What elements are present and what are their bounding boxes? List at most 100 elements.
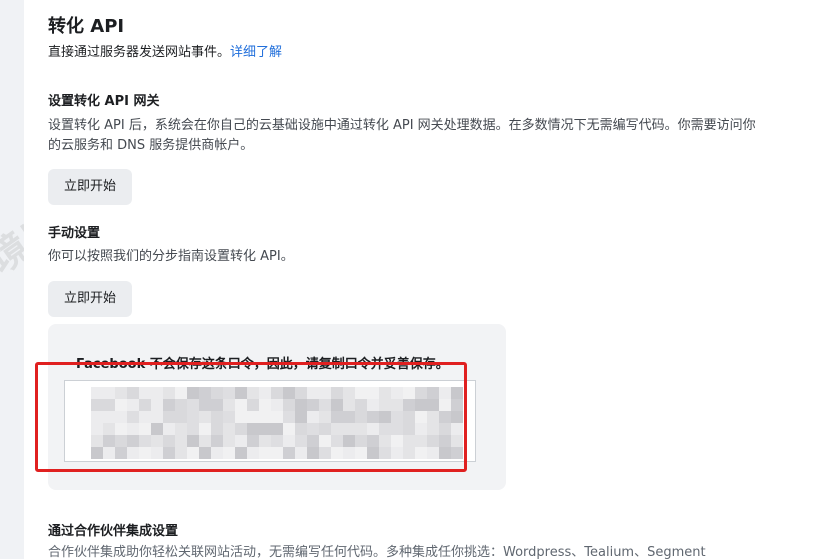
redaction-pixel xyxy=(439,447,451,459)
redaction-pixel xyxy=(355,435,367,447)
redaction-pixel xyxy=(271,423,283,435)
redaction-pixel xyxy=(163,447,175,459)
redaction-pixel xyxy=(211,399,223,411)
redaction-pixel xyxy=(91,399,103,411)
redaction-pixel xyxy=(427,387,439,399)
redaction-pixel xyxy=(151,387,163,399)
redaction-pixel xyxy=(283,447,295,459)
redaction-pixel xyxy=(235,423,247,435)
redaction-pixel xyxy=(139,435,151,447)
redaction-pixel xyxy=(415,387,427,399)
redaction-pixel xyxy=(367,399,379,411)
redaction-pixel xyxy=(259,447,271,459)
redaction-pixel xyxy=(115,411,127,423)
redaction-pixel xyxy=(91,387,103,399)
redaction-pixel xyxy=(271,399,283,411)
access-token-box: Facebook 不会保存这条口令，因此，请复制口令并妥善保存。 xyxy=(48,324,506,490)
redaction-pixel xyxy=(427,435,439,447)
redaction-pixel xyxy=(307,447,319,459)
partner-integration-heading: 通过合作伙伴集成设置 xyxy=(48,524,179,539)
redaction-pixel xyxy=(163,411,175,423)
redaction-pixel xyxy=(391,423,403,435)
redaction-pixel xyxy=(211,435,223,447)
redaction-pixel xyxy=(223,411,235,423)
redaction-pixel xyxy=(259,423,271,435)
redaction-pixel xyxy=(439,387,451,399)
redaction-pixel xyxy=(127,387,139,399)
redaction-pixel xyxy=(403,447,415,459)
redaction-pixel xyxy=(391,399,403,411)
redaction-pixel xyxy=(355,387,367,399)
redaction-pixel xyxy=(451,399,463,411)
redaction-pixel xyxy=(91,411,103,423)
redaction-pixel xyxy=(199,447,211,459)
redaction-pixel xyxy=(307,423,319,435)
redaction-pixel xyxy=(139,399,151,411)
redaction-pixel xyxy=(379,447,391,459)
manual-get-started-button[interactable]: 立即开始 xyxy=(48,281,133,317)
redaction-pixel xyxy=(211,411,223,423)
redaction-pixel xyxy=(139,447,151,459)
redaction-pixel xyxy=(223,447,235,459)
token-save-notice: Facebook 不会保存这条口令，因此，请复制口令并妥善保存。 xyxy=(76,357,449,372)
redaction-pixel xyxy=(151,399,163,411)
redaction-pixel xyxy=(103,411,115,423)
redaction-pixel xyxy=(127,447,139,459)
redaction-pixel xyxy=(235,447,247,459)
redaction-pixel xyxy=(343,435,355,447)
learn-more-link[interactable]: 详细了解 xyxy=(230,45,282,60)
redaction-pixel xyxy=(331,423,343,435)
redaction-pixel xyxy=(343,387,355,399)
redaction-pixel xyxy=(175,411,187,423)
redaction-pixel xyxy=(331,399,343,411)
redaction-pixel xyxy=(115,423,127,435)
redaction-pixel xyxy=(355,399,367,411)
redaction-pixel xyxy=(235,411,247,423)
redaction-pixel xyxy=(391,411,403,423)
subtitle-text: 直接通过服务器发送网站事件。 xyxy=(48,45,231,60)
redaction-pixel xyxy=(367,435,379,447)
redaction-pixel xyxy=(127,435,139,447)
gateway-heading: 设置转化 API 网关 xyxy=(48,94,160,109)
redaction-pixel xyxy=(319,423,331,435)
redaction-pixel xyxy=(151,423,163,435)
redaction-pixel xyxy=(187,399,199,411)
redaction-pixel xyxy=(187,435,199,447)
redaction-pixel xyxy=(259,387,271,399)
redaction-pixel xyxy=(403,435,415,447)
redaction-pixel xyxy=(91,435,103,447)
redaction-pixel xyxy=(295,411,307,423)
redaction-pixel xyxy=(427,399,439,411)
redaction-pixel xyxy=(415,411,427,423)
redaction-pixel xyxy=(151,435,163,447)
redaction-pixel xyxy=(271,435,283,447)
redaction-pixel xyxy=(379,411,391,423)
redaction-pixel xyxy=(91,423,103,435)
redaction-pixel xyxy=(295,387,307,399)
redaction-pixel xyxy=(355,447,367,459)
redaction-pixel xyxy=(175,387,187,399)
redaction-pixel xyxy=(115,387,127,399)
redaction-pixel xyxy=(223,435,235,447)
access-token-field[interactable] xyxy=(64,380,476,462)
redaction-pixel xyxy=(175,423,187,435)
redaction-pixel xyxy=(223,399,235,411)
redaction-pixel xyxy=(307,411,319,423)
redaction-pixel xyxy=(259,411,271,423)
partner-integration-description: 合作伙伴集成助你轻松关联网站活动，无需编写任何代码。多种集成任你挑选：Wordp… xyxy=(48,545,706,559)
redaction-pixel xyxy=(451,423,463,435)
redaction-pixel xyxy=(427,447,439,459)
redaction-pixel xyxy=(283,399,295,411)
redaction-pixel xyxy=(163,387,175,399)
redaction-pixel xyxy=(403,399,415,411)
redaction-pixel xyxy=(127,411,139,423)
redaction-pixel xyxy=(199,435,211,447)
redaction-pixel xyxy=(247,423,259,435)
redaction-pixel xyxy=(235,387,247,399)
redaction-pixel xyxy=(451,435,463,447)
redaction-pixel xyxy=(199,387,211,399)
gateway-get-started-button[interactable]: 立即开始 xyxy=(48,169,133,205)
redaction-pixel xyxy=(319,399,331,411)
redaction-pixel xyxy=(307,399,319,411)
redaction-pixel xyxy=(163,423,175,435)
